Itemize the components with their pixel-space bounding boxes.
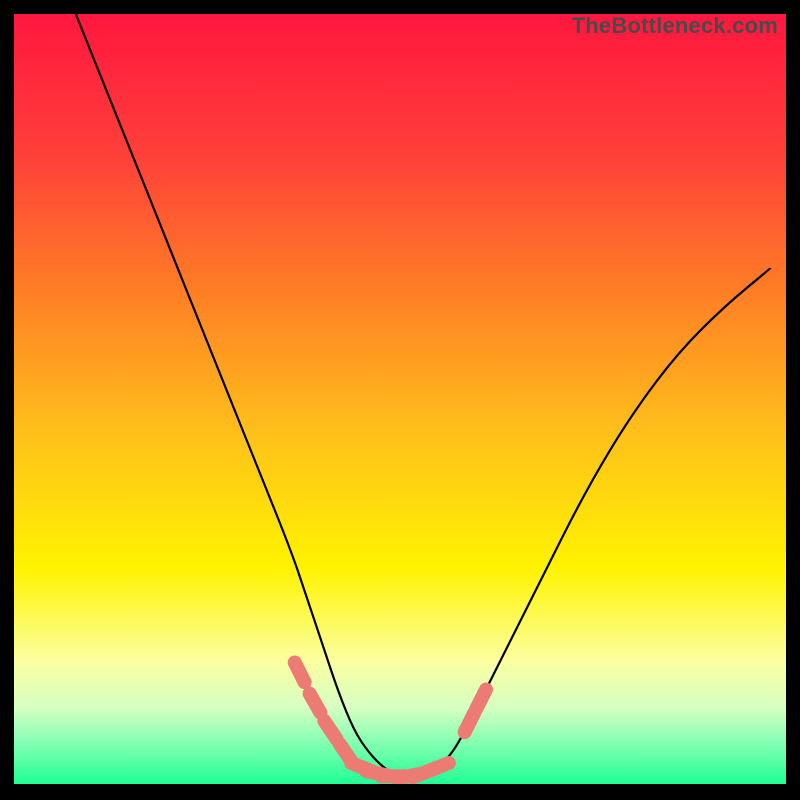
curve-marker: [295, 663, 305, 683]
watermark-text: TheBottleneck.com: [572, 13, 778, 39]
chart-frame: [14, 14, 786, 784]
curve-marker: [310, 694, 321, 713]
curve-marker: [476, 690, 486, 710]
curve-marker: [465, 713, 475, 733]
chart-svg: [14, 14, 786, 784]
curve-marker: [428, 763, 448, 771]
gradient-background: [14, 14, 786, 784]
